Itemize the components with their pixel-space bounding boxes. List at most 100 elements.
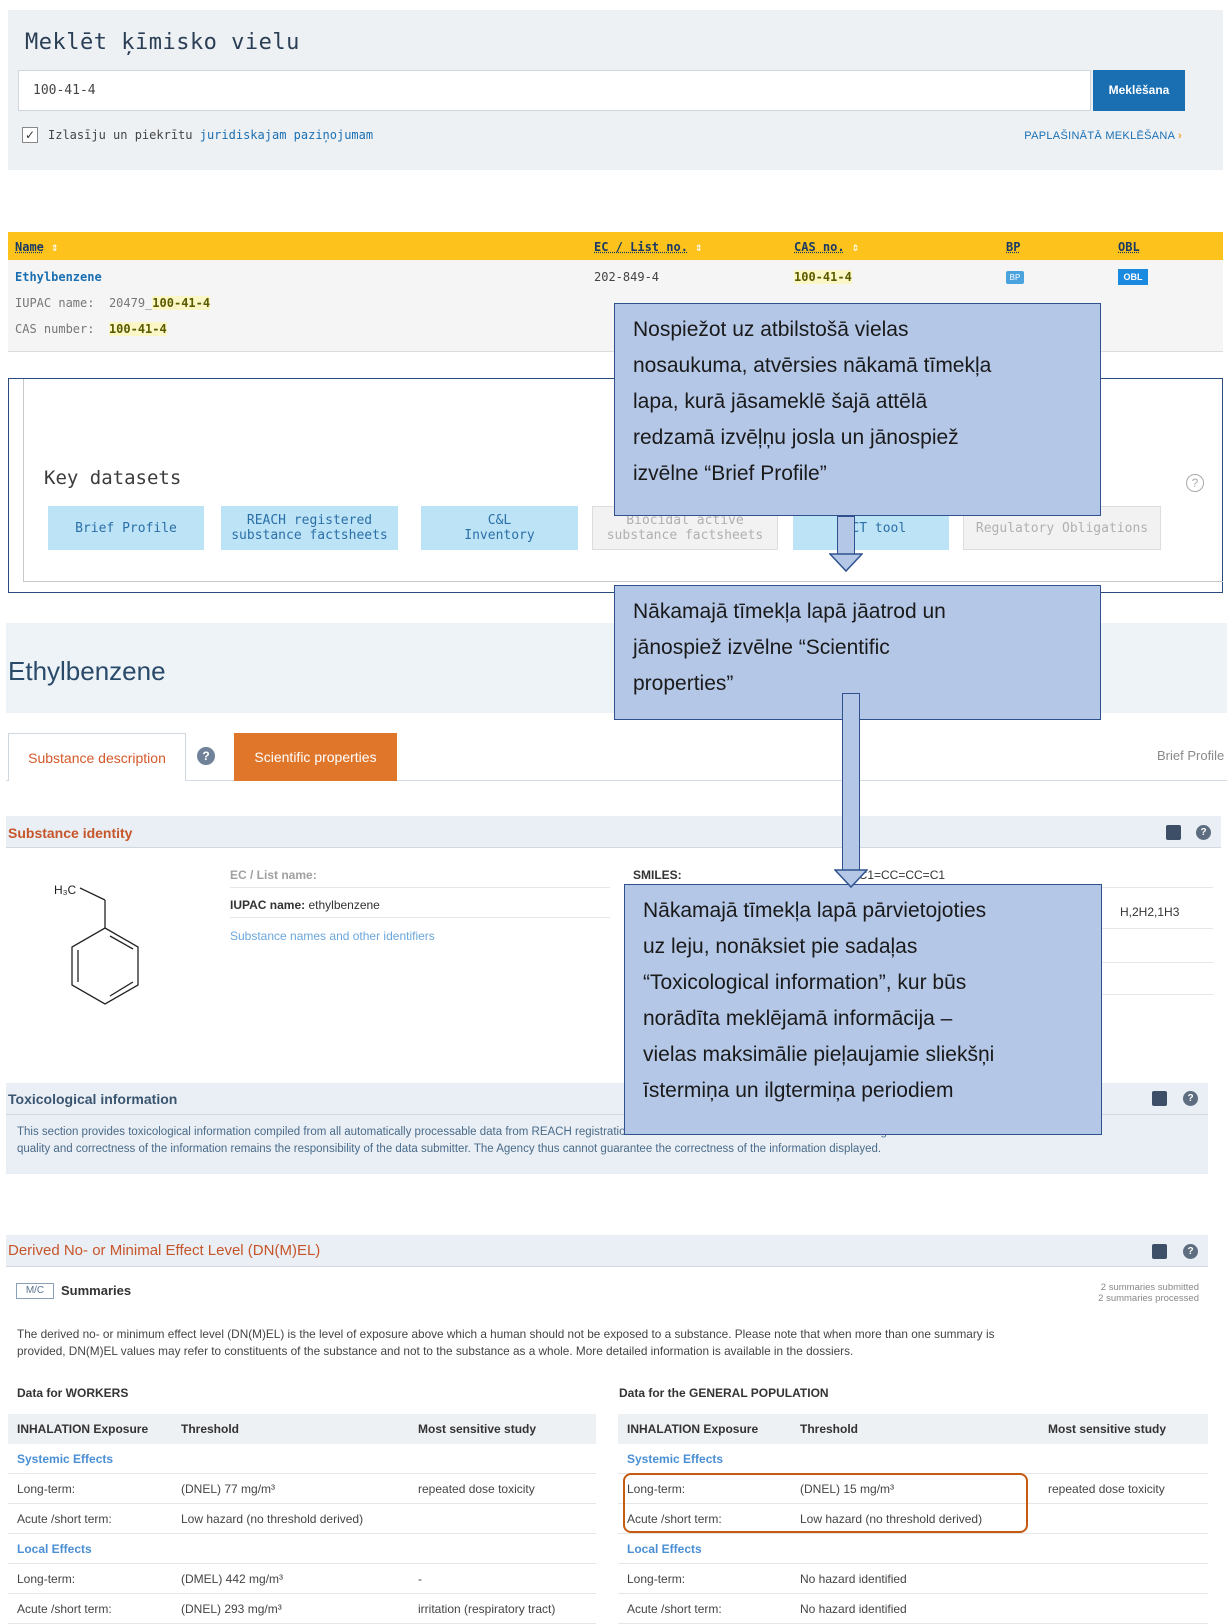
cas-line: CAS number: 100-41-4 (15, 322, 167, 336)
col-name[interactable]: Name ⇕ (15, 240, 58, 254)
advanced-search-link[interactable]: PAPLAŠINĀTĀ MEKLĒŠANA › (1024, 130, 1182, 142)
group-row: Systemic Effects (8, 1444, 596, 1474)
table-header: INHALATION Exposure Threshold Most sensi… (618, 1414, 1208, 1444)
help-icon[interactable]: ? (197, 747, 215, 765)
workers-title: Data for WORKERS (17, 1386, 129, 1400)
disclaimer-checkbox[interactable]: ✓ (22, 127, 38, 143)
tab-divider (6, 780, 1227, 781)
callout-line: Nākamajā tīmekļa lapā pārvietojoties (643, 899, 987, 922)
highlight-box (623, 1473, 1028, 1533)
btn-label: Brief Profile (75, 520, 177, 536)
cell: repeated dose toxicity (1048, 1482, 1165, 1496)
bp-badge-icon[interactable]: BP (1006, 271, 1024, 284)
col-ec[interactable]: EC / List no. ⇕ (594, 240, 702, 254)
group-label: Local Effects (627, 1542, 702, 1556)
divider (1100, 994, 1213, 995)
callout-line: lapa, kurā jāsameklē šajā attēlā (633, 390, 928, 413)
cell: Acute /short term: (17, 1512, 112, 1526)
search-input[interactable]: 100-41-4 (18, 70, 1091, 111)
ec-list-name-label: EC / List name: (230, 868, 317, 882)
callout-line: norādīta meklējamā informācija – (643, 1007, 953, 1030)
substance-identity-title: Substance identity (8, 825, 133, 841)
header-cell: Threshold (181, 1422, 240, 1436)
edit-icon[interactable] (1152, 1244, 1167, 1259)
table-row: Acute /short term: (DNEL) 293 mg/m³ irri… (8, 1594, 596, 1624)
brief-profile-button[interactable]: Brief Profile (48, 506, 204, 550)
advanced-search-label: PAPLAŠINĀTĀ MEKLĒŠANA (1024, 130, 1175, 142)
ec-number: 202-849-4 (594, 270, 660, 284)
help-icon[interactable]: ? (1186, 474, 1204, 492)
col-obl: OBL (1118, 240, 1140, 254)
divider (230, 917, 610, 918)
table-row: Long-term: (DNEL) 77 mg/m³ repeated dose… (8, 1474, 596, 1504)
edit-icon[interactable] (1152, 1091, 1167, 1106)
table-row: Long-term: (DMEL) 442 mg/m³ - (8, 1564, 596, 1594)
callout-line: Nospiežot uz atbilstošā vielas (633, 318, 909, 341)
divider (1100, 962, 1213, 963)
tab-scientific-properties[interactable]: Scientific properties (234, 733, 397, 781)
table-row: Acute /short term: No hazard identified (618, 1594, 1208, 1624)
help-icon[interactable]: ? (1183, 1244, 1198, 1259)
btn-label: REACH registered (246, 513, 373, 528)
dnel-title: Derived No- or Minimal Effect Level (DN(… (8, 1242, 321, 1259)
help-icon[interactable]: ? (1183, 1091, 1198, 1106)
cell: (DMEL) 442 mg/m³ (181, 1572, 284, 1586)
reach-factsheets-button[interactable]: REACH registered substance factsheets (221, 506, 398, 550)
dnel-desc-1: The derived no- or minimum effect level … (17, 1327, 995, 1341)
btn-label: Inventory (464, 528, 535, 543)
disclaimer-prefix: Izlasīju un piekrītu (48, 128, 200, 142)
group-row: Local Effects (8, 1534, 596, 1564)
iupac-highlight: 100-41-4 (152, 296, 211, 310)
page-title: Ethylbenzene (8, 656, 166, 686)
tab-substance-description[interactable]: Substance description (8, 733, 186, 781)
col-cas-label: CAS no. (794, 240, 845, 254)
table-row: Long-term: No hazard identified (618, 1564, 1208, 1594)
callout-line: Nākamajā tīmekļa lapā jāatrod un (633, 600, 946, 623)
cell: No hazard identified (800, 1572, 907, 1586)
ethylbenzene-structure-image: H₃C (54, 883, 139, 1005)
search-button[interactable]: Meklēšana (1093, 70, 1185, 111)
arrow-head-icon (834, 869, 868, 889)
substance-identity-header (6, 816, 1221, 848)
inchi-fragment: H,2H2,1H3 (1120, 905, 1180, 919)
methyl-label: H₃C (54, 883, 77, 897)
header-cell: INHALATION Exposure (17, 1422, 149, 1436)
obl-badge-icon[interactable]: OBL (1118, 269, 1148, 285)
search-title: Meklēt ķīmisko vielu (25, 30, 300, 55)
help-icon[interactable]: ? (1196, 825, 1211, 840)
cell: Acute /short term: (627, 1602, 722, 1616)
group-row: Local Effects (618, 1534, 1208, 1564)
cell: repeated dose toxicity (418, 1482, 535, 1496)
summaries-submitted: 2 summaries submitted (1100, 1282, 1199, 1293)
col-cas[interactable]: CAS no. ⇕ (794, 240, 859, 254)
brief-profile-link[interactable]: Brief Profile (1157, 748, 1224, 763)
arrow-head-icon (829, 553, 863, 573)
tox-info-title: Toxicological information (8, 1091, 178, 1107)
iupac-value: ethylbenzene (308, 898, 380, 912)
sort-icon: ⇕ (851, 240, 860, 254)
substance-name-link[interactable]: Ethylbenzene (15, 270, 102, 284)
table-header: INHALATION Exposure Threshold Most sensi… (8, 1414, 596, 1444)
callout-line: “Toxicological information”, kur būs (643, 971, 967, 994)
cl-inventory-button[interactable]: C&L Inventory (421, 506, 578, 550)
col-name-label: Name (15, 240, 44, 254)
smiles-label: SMILES: (633, 868, 682, 882)
col-bp: BP (1006, 240, 1021, 254)
dnel-desc-2: provided, DN(M)EL values may refer to co… (17, 1344, 854, 1358)
cell: - (418, 1572, 422, 1586)
callout-line: jānospiež izvēlne “Scientific (633, 636, 890, 659)
substance-names-link[interactable]: Substance names and other identifiers (230, 929, 435, 943)
sort-icon: ⇕ (695, 240, 703, 254)
callout-step-3: Nākamajā tīmekļa lapā pārvietojoties uz … (624, 884, 1102, 1135)
table-row: Acute /short term: Low hazard (no thresh… (8, 1504, 596, 1534)
summaries-processed: 2 summaries processed (1098, 1293, 1199, 1304)
cell: Low hazard (no threshold derived) (181, 1512, 364, 1526)
tox-info-text-2: quality and correctness of the informati… (17, 1143, 882, 1155)
legal-notice-link[interactable]: juridiskajam paziņojumam (200, 128, 373, 142)
btn-label: Regulatory Obligations (975, 520, 1149, 536)
cell: (DNEL) 77 mg/m³ (181, 1482, 276, 1496)
header-cell: Threshold (800, 1422, 859, 1436)
cell: (DNEL) 293 mg/m³ (181, 1602, 282, 1616)
edit-icon[interactable] (1166, 825, 1181, 840)
iupac-label: IUPAC name: (15, 296, 95, 310)
